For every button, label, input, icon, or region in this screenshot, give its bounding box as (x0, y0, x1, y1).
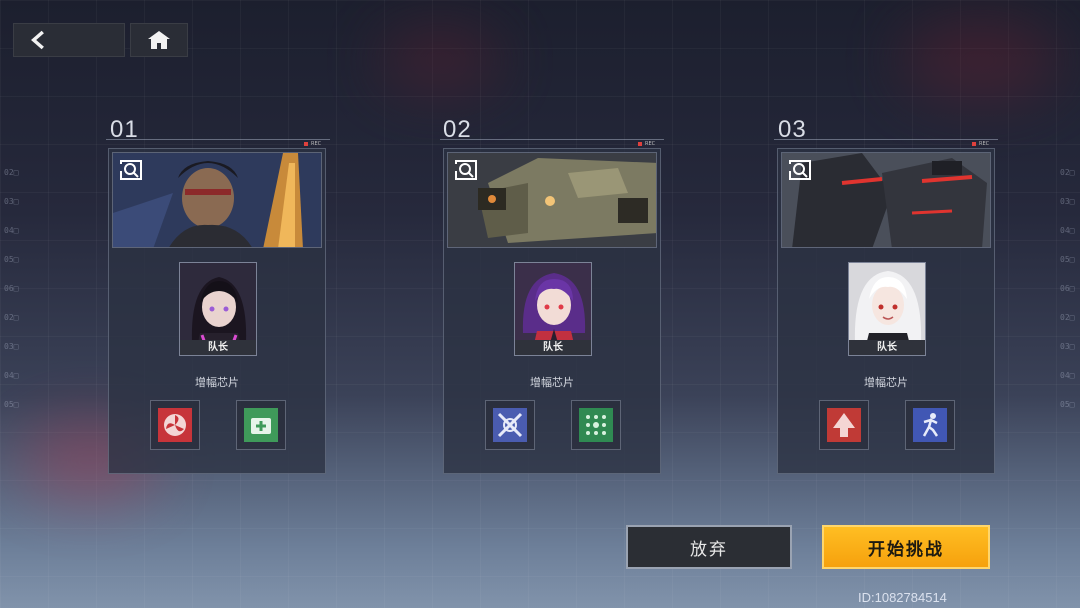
crossed-swords-chip-icon (493, 408, 527, 442)
home-icon (148, 31, 170, 49)
stage-banner (112, 152, 322, 248)
dot-grid-chip-icon (579, 408, 613, 442)
rec-indicator: REC (638, 141, 655, 147)
card-divider (106, 139, 330, 140)
left-side-numbers: 02□ 03□ 04□ 05□ 06□ 02□ 03□ 04□ 05□ (4, 168, 19, 409)
rec-indicator: REC (304, 141, 321, 147)
leader-portrait[interactable]: 队长 (848, 262, 926, 356)
leader-portrait[interactable]: 队长 (514, 262, 592, 356)
amplifier-chip-slot[interactable] (236, 400, 286, 450)
stage-banner (781, 152, 991, 248)
card-divider (440, 139, 664, 140)
background-glow (900, 20, 1060, 100)
medkit-chip-icon (244, 408, 278, 442)
enemy-banner-art (448, 153, 656, 247)
leader-portrait[interactable]: 队长 (179, 262, 257, 356)
amplifier-chip-label: 增幅芯片 (864, 376, 908, 389)
user-id: ID:1082784514 (858, 590, 947, 605)
amplifier-chip-slot[interactable] (150, 400, 200, 450)
amplifier-chip-label: 增幅芯片 (530, 376, 574, 389)
back-arrow-icon (31, 30, 44, 50)
team-card-3[interactable]: 队长 增幅芯片 (777, 148, 995, 474)
rec-indicator: REC (972, 141, 989, 147)
home-button[interactable] (130, 23, 188, 57)
stage-banner (447, 152, 657, 248)
scan-icon[interactable] (119, 159, 143, 181)
background-glow (380, 30, 500, 90)
leader-label: 队长 (515, 340, 591, 355)
scan-icon[interactable] (454, 159, 478, 181)
leader-label: 队长 (849, 340, 925, 355)
amplifier-chip-slot[interactable] (819, 400, 869, 450)
right-side-numbers: 02□ 03□ 04□ 05□ 06□ 02□ 03□ 04□ 05□ (1060, 168, 1075, 409)
arrow-up-chip-icon (827, 408, 861, 442)
runner-chip-icon (913, 408, 947, 442)
amplifier-chip-slot[interactable] (485, 400, 535, 450)
fan-blade-chip-icon (158, 408, 192, 442)
team-card-1[interactable]: 队长 增幅芯片 (108, 148, 326, 474)
amplifier-chip-slot[interactable] (905, 400, 955, 450)
enemy-banner-art (782, 153, 990, 247)
amplifier-chip-slot[interactable] (571, 400, 621, 450)
amplifier-chip-label: 增幅芯片 (195, 376, 239, 389)
scan-icon[interactable] (788, 159, 812, 181)
start-challenge-button[interactable]: 开始挑战 (822, 525, 990, 569)
card-divider (774, 139, 998, 140)
team-card-2[interactable]: 队长 增幅芯片 (443, 148, 661, 474)
enemy-banner-art (113, 153, 321, 247)
back-button[interactable] (13, 23, 125, 57)
leader-label: 队长 (180, 340, 256, 355)
abandon-button[interactable]: 放弃 (626, 525, 792, 569)
